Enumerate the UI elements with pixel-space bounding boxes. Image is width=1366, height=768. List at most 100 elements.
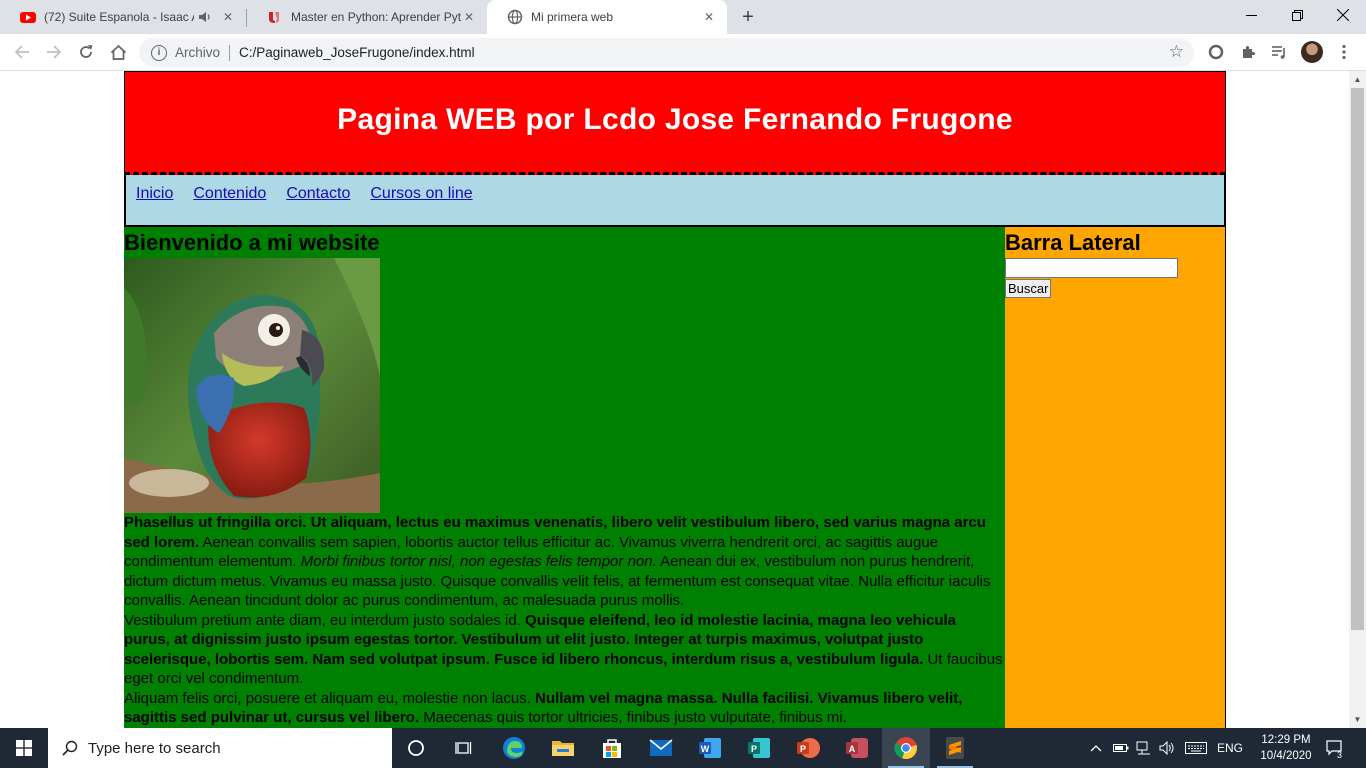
- paragraph-3-text: Aliquam felis orci, posuere et aliquam e…: [124, 689, 536, 707]
- battery-icon: [1113, 744, 1129, 752]
- tray-network[interactable]: [1133, 728, 1155, 768]
- address-url[interactable]: C:/Paginaweb_JoseFrugone/index.html: [239, 45, 475, 60]
- close-tab-icon[interactable]: ✕: [701, 9, 717, 25]
- back-button[interactable]: [10, 40, 34, 64]
- sidebar-search-input[interactable]: [1005, 258, 1178, 278]
- paragraph-3-text-end: Maecenas quis tortor ultricies, finibus …: [419, 709, 847, 726]
- minimize-icon: [1245, 14, 1257, 16]
- scroll-down-icon[interactable]: ▼: [1349, 711, 1366, 728]
- task-view-icon: [455, 742, 472, 754]
- close-tab-icon[interactable]: ✕: [220, 9, 236, 25]
- tab-mi-primera-web[interactable]: Mi primera web ✕: [487, 0, 727, 34]
- forward-arrow-icon: [47, 45, 62, 59]
- taskbar-file-explorer[interactable]: [539, 728, 587, 768]
- taskbar-clock[interactable]: 12:29 PM 10/4/2020: [1254, 732, 1318, 764]
- volume-icon: [1159, 741, 1174, 755]
- nav-link-inicio[interactable]: Inicio: [136, 185, 173, 203]
- speaker-icon[interactable]: [198, 10, 212, 24]
- task-view-button[interactable]: [440, 728, 488, 768]
- address-divider: [229, 44, 231, 61]
- page-viewport: Pagina WEB por Lcdo Jose Fernando Frugon…: [0, 71, 1349, 728]
- nav-link-cursos[interactable]: Cursos on line: [370, 185, 472, 203]
- svg-text:W: W: [701, 744, 710, 754]
- close-tab-icon[interactable]: ✕: [461, 9, 477, 25]
- web-page: Pagina WEB por Lcdo Jose Fernando Frugon…: [124, 71, 1226, 728]
- tab-youtube[interactable]: (72) Suite Espanola - Isaac Albéniz ✕: [0, 0, 246, 34]
- nav-link-contenido[interactable]: Contenido: [193, 185, 266, 203]
- taskbar-access[interactable]: A: [833, 728, 881, 768]
- home-button[interactable]: [106, 40, 130, 64]
- restore-icon: [1291, 9, 1303, 21]
- close-window-button[interactable]: [1320, 0, 1366, 30]
- windows-taskbar: Type here to search W P P A ENG 12:29 PM…: [0, 728, 1366, 768]
- nav-link-contacto[interactable]: Contacto: [286, 185, 350, 203]
- cortana-button[interactable]: [392, 728, 440, 768]
- taskbar-store[interactable]: [588, 728, 636, 768]
- taskbar-sublime-text[interactable]: [931, 728, 979, 768]
- back-arrow-icon: [14, 45, 29, 59]
- extensions-puzzle-icon[interactable]: [1237, 41, 1259, 63]
- media-queue-icon[interactable]: [1268, 41, 1290, 63]
- keyboard-icon: [1185, 742, 1207, 754]
- tab-title: (72) Suite Espanola - Isaac Albéniz: [44, 10, 194, 24]
- tab-python-course[interactable]: Master en Python: Aprender Python ✕: [247, 0, 487, 34]
- svg-text:A: A: [849, 744, 856, 754]
- chevron-up-icon: [1090, 745, 1102, 752]
- taskbar-edge[interactable]: [490, 728, 538, 768]
- publisher-icon: P: [748, 738, 770, 758]
- taskbar-word[interactable]: W: [686, 728, 734, 768]
- tray-battery[interactable]: [1110, 728, 1132, 768]
- mail-icon: [649, 739, 673, 756]
- restore-window-button[interactable]: [1274, 0, 1320, 30]
- sidebar: Barra Lateral Buscar: [1005, 227, 1226, 728]
- notification-count: 3: [1337, 750, 1343, 760]
- forward-button[interactable]: [42, 40, 66, 64]
- bookmark-star-icon[interactable]: ☆: [1169, 42, 1184, 62]
- page-header: Pagina WEB por Lcdo Jose Fernando Frugon…: [124, 71, 1226, 175]
- action-center-button[interactable]: 3: [1320, 728, 1350, 768]
- taskbar-chrome[interactable]: [882, 728, 930, 768]
- clock-date: 10/4/2020: [1260, 750, 1312, 762]
- address-bar[interactable]: i Archivo C:/Paginaweb_JoseFrugone/index…: [139, 38, 1194, 67]
- tray-keyboard[interactable]: [1182, 728, 1210, 768]
- browser-toolbar: i Archivo C:/Paginaweb_JoseFrugone/index…: [0, 34, 1366, 71]
- scrollbar-thumb[interactable]: [1351, 88, 1364, 630]
- parrot-image: [124, 258, 380, 513]
- site-info-icon[interactable]: i: [151, 44, 167, 61]
- reload-button[interactable]: [74, 40, 98, 64]
- chrome-icon: [894, 737, 917, 760]
- sidebar-heading: Barra Lateral: [1005, 230, 1141, 255]
- taskbar-publisher[interactable]: P: [735, 728, 783, 768]
- search-icon: [62, 740, 78, 756]
- new-tab-button[interactable]: +: [737, 5, 759, 29]
- paragraph-3: Aliquam felis orci, posuere et aliquam e…: [124, 689, 1005, 728]
- reload-icon: [80, 45, 93, 58]
- paragraph-2: Vestibulum pretium ante diam, eu interdu…: [124, 611, 1005, 689]
- taskbar-search[interactable]: Type here to search: [48, 728, 392, 768]
- paragraph-2-text: Vestibulum pretium ante diam, eu interdu…: [124, 611, 526, 629]
- main-content: Bienvenido a mi website Phasellus ut fri…: [124, 227, 1005, 728]
- folder-icon: [552, 741, 574, 756]
- search-button[interactable]: Buscar: [1005, 279, 1052, 298]
- nav-menu: Inicio Contenido Contacto Cursos on line: [124, 175, 1226, 227]
- taskbar-mail[interactable]: [637, 728, 685, 768]
- globe-icon: [507, 9, 523, 25]
- main-heading: Bienvenido a mi website: [124, 230, 380, 255]
- minimize-window-button[interactable]: [1228, 0, 1274, 30]
- vertical-scrollbar[interactable]: ▲ ▼: [1349, 71, 1366, 728]
- extension-circle-icon[interactable]: [1205, 41, 1227, 63]
- tray-volume[interactable]: [1156, 728, 1178, 768]
- scroll-up-icon[interactable]: ▲: [1349, 71, 1366, 88]
- store-bag-icon: [603, 739, 621, 758]
- network-icon: [1136, 741, 1150, 755]
- home-icon: [110, 44, 126, 60]
- paragraph-1-italic: Morbi finibus tortor nisl, non egestas f…: [300, 553, 657, 570]
- windows-logo-icon: [16, 740, 32, 756]
- menu-kebab-icon[interactable]: [1333, 41, 1355, 63]
- taskbar-powerpoint[interactable]: P: [784, 728, 832, 768]
- tray-language[interactable]: ENG: [1212, 728, 1248, 768]
- start-button[interactable]: [0, 728, 48, 768]
- profile-avatar[interactable]: [1301, 41, 1323, 63]
- youtube-icon: [20, 12, 36, 23]
- show-hidden-icons[interactable]: [1086, 728, 1106, 768]
